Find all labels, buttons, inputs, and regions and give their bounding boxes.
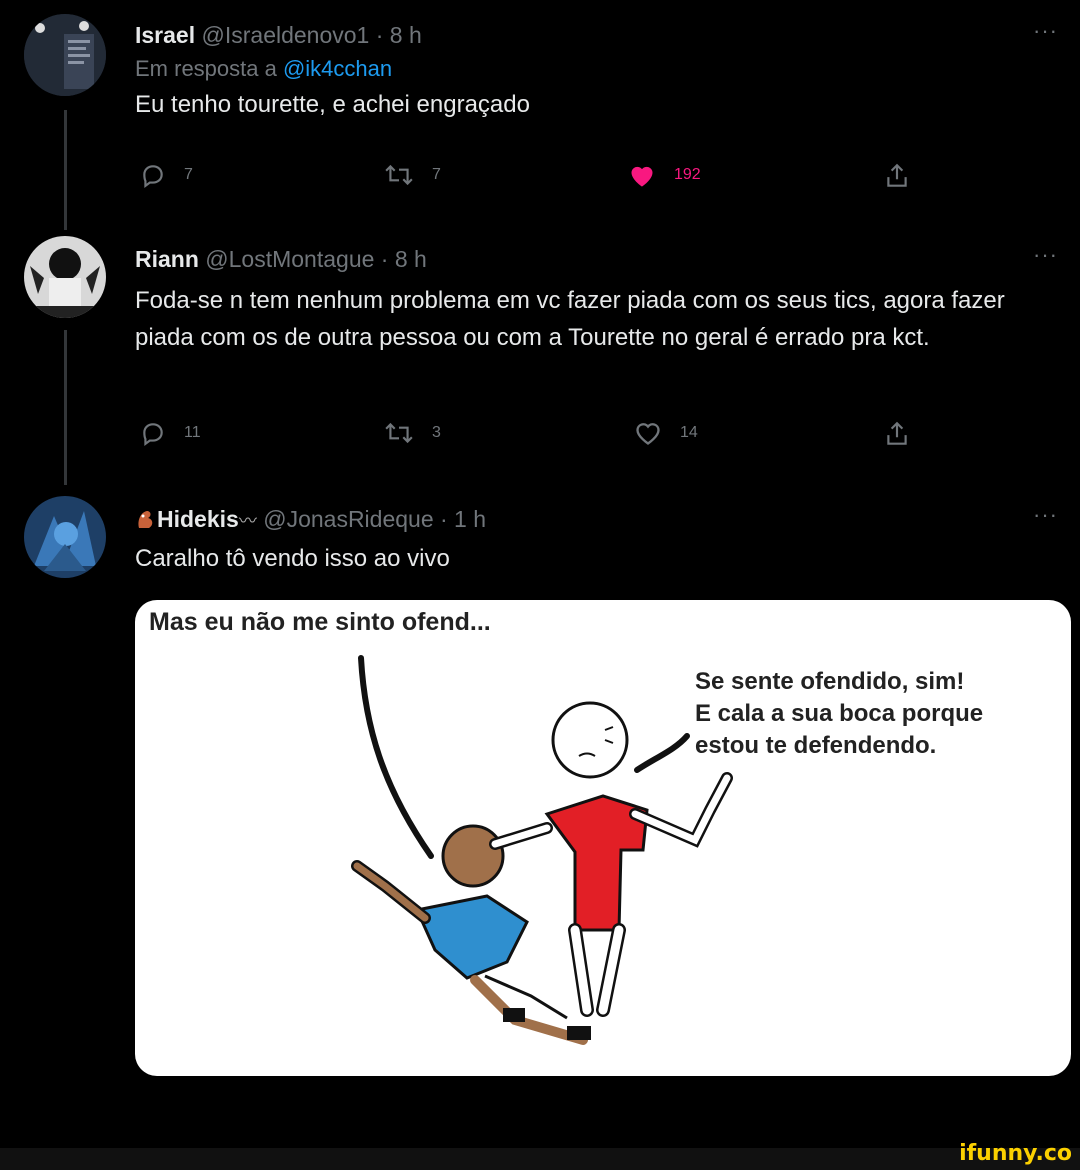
reply-count: 11 xyxy=(184,424,201,441)
reply-prefix: Em resposta a xyxy=(135,56,283,81)
tweet-text: Eu tenho tourette, e achei engraçado xyxy=(135,91,530,118)
like-icon xyxy=(636,423,660,445)
retweet-count: 3 xyxy=(432,424,441,441)
meme-drawing xyxy=(351,655,733,1045)
reply-handle-link[interactable]: @ik4cchan xyxy=(283,56,392,81)
reply-button[interactable]: 7 xyxy=(140,162,193,188)
handle-and-time[interactable]: @Israeldenovo1 · 8 h xyxy=(202,22,422,48)
reply-icon xyxy=(143,423,163,446)
more-icon[interactable]: ··· xyxy=(1033,18,1058,44)
like-button[interactable]: 192 xyxy=(628,162,701,188)
more-icon[interactable]: ··· xyxy=(1033,242,1058,268)
tweet-header: Israel @Israeldenovo1 · 8 h xyxy=(135,20,1062,50)
handle-and-time[interactable]: @JonasRideque · 1 h xyxy=(263,506,486,532)
tweet-header: Hidekis〰 @JonasRideque · 1 h xyxy=(135,504,1062,536)
share-icon xyxy=(887,163,907,187)
like-count: 192 xyxy=(674,166,701,183)
like-count: 14 xyxy=(680,424,698,441)
tweet-header: Riann @LostMontague · 8 h xyxy=(135,244,1062,274)
like-icon xyxy=(631,166,653,187)
tweet-riann[interactable]: Riann @LostMontague · 8 h Foda-se n tem … xyxy=(0,230,1080,480)
reply-button[interactable]: 11 xyxy=(140,420,201,446)
share-icon xyxy=(887,421,907,445)
display-name[interactable]: Israel xyxy=(135,22,195,48)
more-icon[interactable]: ··· xyxy=(1033,502,1058,528)
reply-context: Em resposta a @ik4cchan xyxy=(135,56,1062,82)
retweet-button[interactable]: 3 xyxy=(384,420,441,446)
ifunny-watermark: ifunny.co xyxy=(959,1141,1072,1166)
retweet-icon xyxy=(385,422,413,444)
retweet-icon xyxy=(385,164,413,186)
share-button[interactable] xyxy=(884,162,910,190)
wave-emoji-icon: 〰 xyxy=(238,511,257,531)
avatar[interactable] xyxy=(24,236,106,318)
retweet-button[interactable]: 7 xyxy=(384,162,441,188)
display-name[interactable]: Riann xyxy=(135,246,199,272)
avatar[interactable] xyxy=(24,14,106,96)
avatar[interactable] xyxy=(24,496,106,578)
footer-bar xyxy=(0,1148,1080,1170)
like-button[interactable]: 14 xyxy=(634,420,698,446)
tweet-text: Foda-se n tem nenhum problema em vc faze… xyxy=(135,287,1005,351)
display-name[interactable]: Hidekis xyxy=(157,506,239,532)
squirrel-emoji-icon xyxy=(135,507,157,529)
tweet-media-image[interactable]: Mas eu não me sinto ofend... Se sente of… xyxy=(135,600,1071,1076)
tweet-israel[interactable]: Israel @Israeldenovo1 · 8 h Em resposta … xyxy=(0,0,1080,220)
reply-icon xyxy=(143,165,163,188)
tweet-text: Caralho tô vendo isso ao vivo xyxy=(135,545,450,572)
handle-and-time[interactable]: @LostMontague · 8 h xyxy=(205,246,427,272)
retweet-count: 7 xyxy=(432,166,441,183)
reply-count: 7 xyxy=(184,166,193,183)
share-button[interactable] xyxy=(884,420,910,448)
